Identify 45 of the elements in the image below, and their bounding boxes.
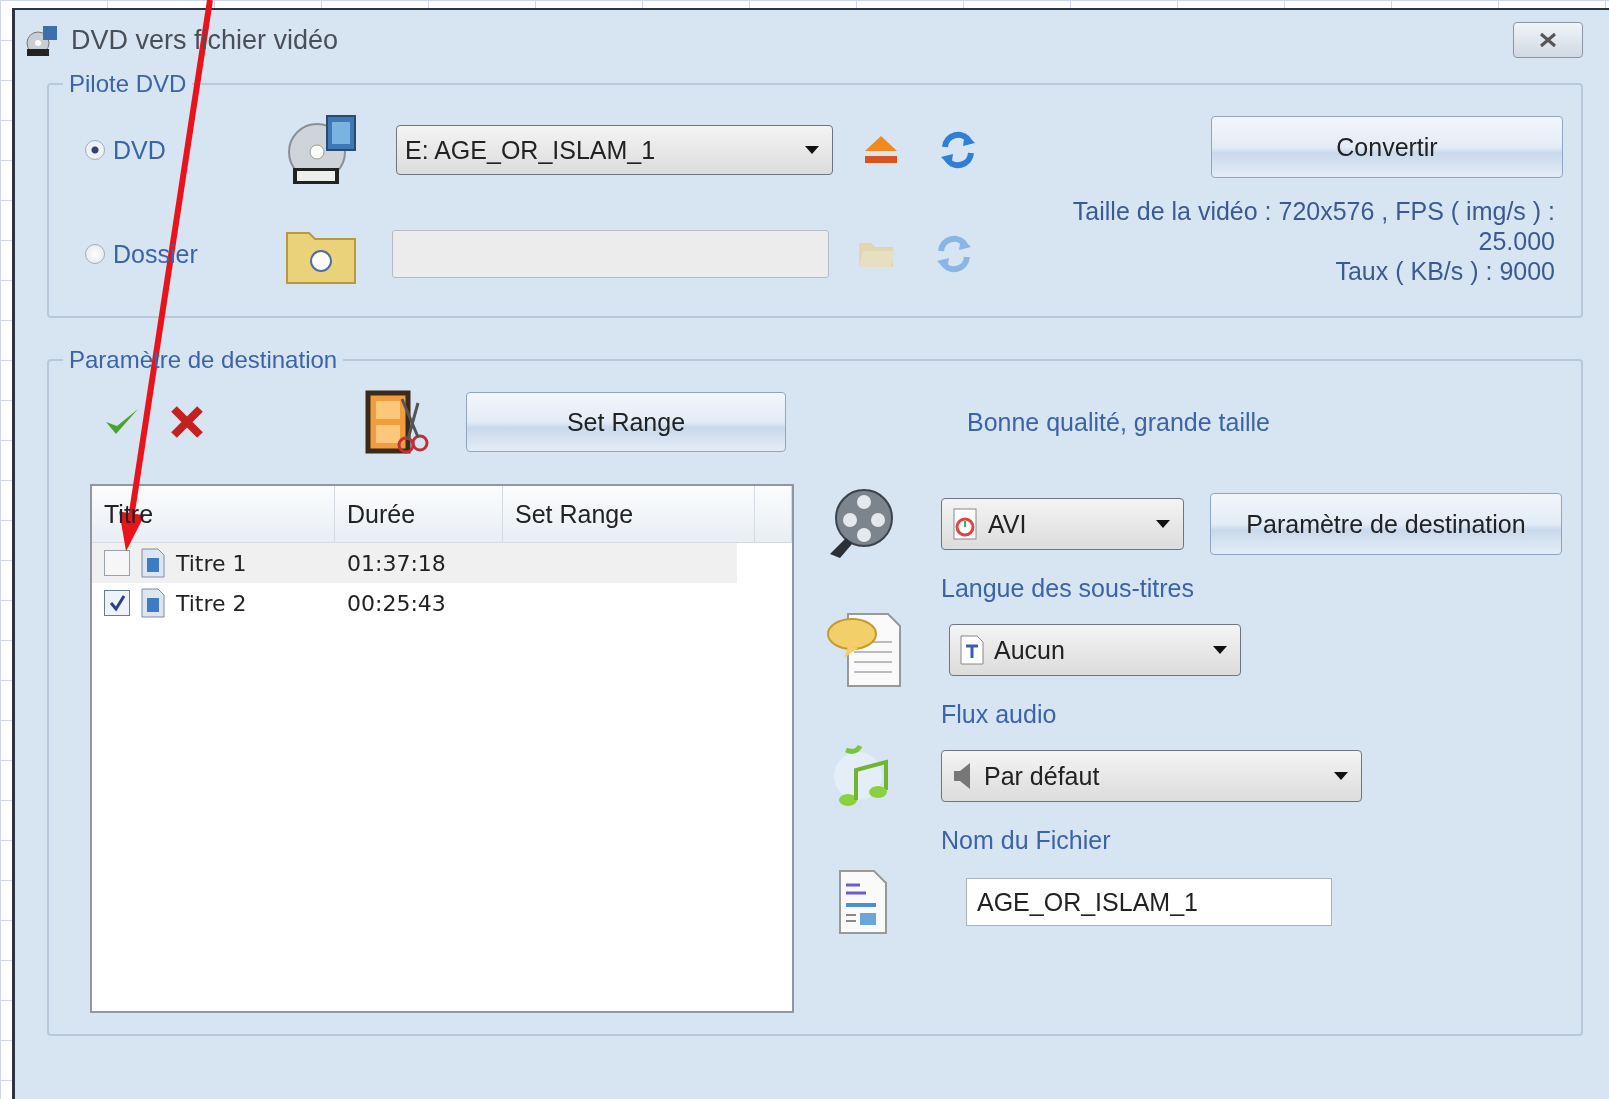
quality-text: Bonne qualité, grande taille xyxy=(967,407,1270,437)
table-row[interactable]: Titre 2 00:25:43 xyxy=(92,583,737,623)
radio-option[interactable]: DVD xyxy=(85,135,285,165)
clock-document-icon xyxy=(950,507,980,541)
caret-icon xyxy=(804,145,820,155)
table-row[interactable]: Titre 1 01:37:18 xyxy=(92,543,737,583)
refresh-icon[interactable] xyxy=(939,131,977,169)
refresh-icon[interactable] xyxy=(935,235,973,273)
text-document-icon xyxy=(958,634,986,666)
folder-path-field[interactable] xyxy=(392,230,829,278)
subtitle-dropdown[interactable]: Aucun xyxy=(949,624,1241,676)
checkmark-icon xyxy=(108,594,126,612)
column-header[interactable]: Set Range xyxy=(503,486,755,542)
document-icon xyxy=(836,869,890,935)
field-label: Flux audio xyxy=(941,700,1058,730)
checkbox[interactable] xyxy=(104,550,130,576)
drive-dropdown[interactable]: E: AGE_OR_ISLAM_1 xyxy=(396,125,833,175)
table-cell: 00:25:43 xyxy=(347,590,446,616)
close-icon xyxy=(1538,31,1558,49)
caret-icon xyxy=(1155,519,1171,529)
field-label: Langue des sous-titres xyxy=(941,574,1195,604)
file-icon xyxy=(140,547,166,579)
speech-document-icon xyxy=(826,612,904,688)
field-label: Nom du Fichier xyxy=(941,826,1112,856)
caret-icon xyxy=(1333,771,1349,781)
audio-dropdown[interactable]: Par défaut xyxy=(941,750,1362,802)
format-dropdown[interactable]: AVI xyxy=(941,498,1184,550)
set-range-button[interactable]: Set Range xyxy=(466,392,786,452)
close-button[interactable] xyxy=(1513,22,1583,58)
cross-icon[interactable] xyxy=(170,405,204,439)
column-header[interactable]: Durée xyxy=(335,486,503,542)
video-info-text: 25.000 xyxy=(1478,226,1555,256)
file-icon xyxy=(140,587,166,619)
video-info-text: Taux ( KB/s ) : 9000 xyxy=(1335,256,1555,286)
destination-settings-button[interactable]: Paramètre de destination xyxy=(1210,493,1562,555)
table-cell: 01:37:18 xyxy=(347,550,446,576)
group-label: Pilote DVD xyxy=(68,70,188,98)
convert-button[interactable]: Convertir xyxy=(1211,116,1563,178)
table-cell: Titre 2 xyxy=(176,590,247,616)
checkbox[interactable] xyxy=(104,590,130,616)
video-info-text: Taille de la vidéo : 720x576 , FPS ( img/s ) : xyxy=(1072,196,1555,226)
caret-icon xyxy=(1212,645,1228,655)
filename-field[interactable]: AGE_OR_ISLAM_1 xyxy=(966,878,1332,926)
app-icon xyxy=(25,23,59,57)
table-cell: Titre 1 xyxy=(176,550,247,576)
